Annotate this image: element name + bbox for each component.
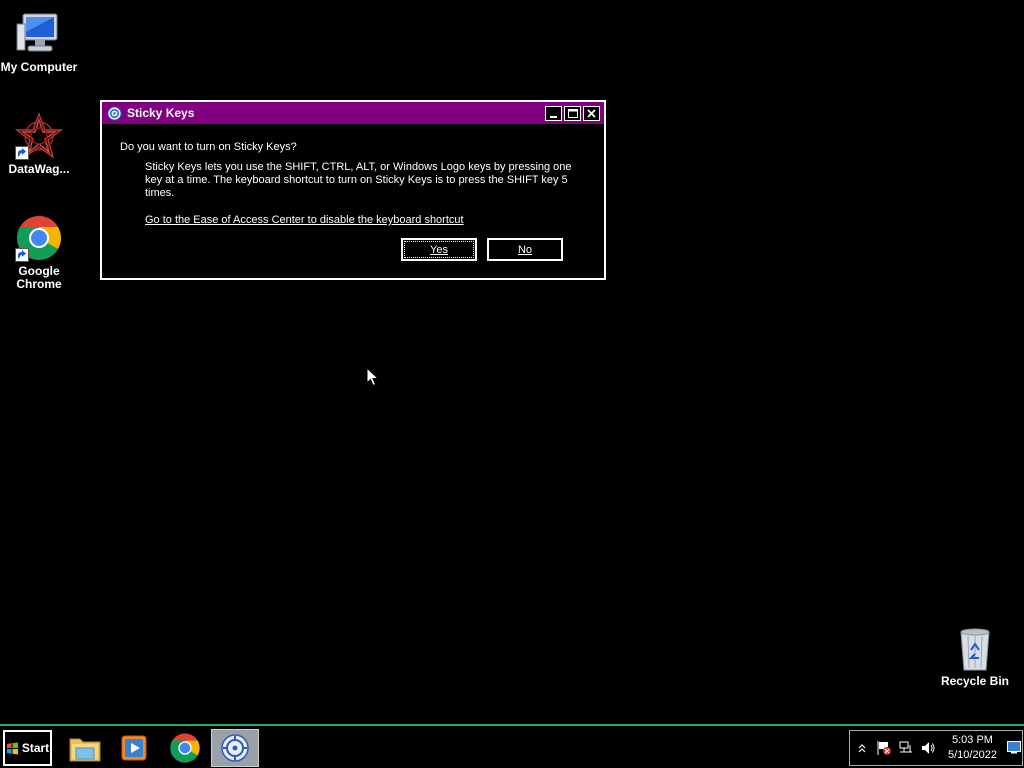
mouse-cursor-icon: [366, 366, 380, 392]
show-hidden-icons-chevron-icon[interactable]: [854, 740, 870, 756]
taskbar-media-player[interactable]: [110, 729, 158, 767]
minimize-icon: [550, 115, 557, 118]
desktop-icon-recycle-bin[interactable]: Recycle Bin: [936, 624, 1014, 688]
clock-time: 5:03 PM: [951, 734, 993, 746]
shortcut-arrow-icon: [15, 146, 29, 160]
start-label: Start: [21, 741, 50, 755]
taskbar-chrome[interactable]: [161, 729, 209, 767]
ease-of-access-icon: [107, 105, 122, 121]
dialog-description: Sticky Keys lets you use the SHIFT, CTRL…: [145, 161, 572, 199]
action-center-flag-icon[interactable]: [876, 740, 892, 756]
close-icon: [587, 108, 596, 118]
chrome-icon: [170, 733, 200, 763]
desktop-icon-label: My Computer: [0, 60, 78, 74]
dialog-titlebar[interactable]: Sticky Keys: [102, 102, 604, 124]
yes-button[interactable]: Yes: [401, 238, 477, 261]
media-player-icon: [121, 735, 147, 761]
recycle-bin-icon: [951, 624, 999, 672]
taskbar: Start 5:03 PM 5/10/2022: [0, 724, 1024, 768]
chrome-icon: [15, 214, 63, 262]
maximize-icon: [567, 108, 578, 118]
show-desktop-icon[interactable]: [1006, 740, 1021, 756]
computer-icon: [15, 10, 63, 58]
ease-of-access-icon: [221, 734, 249, 762]
desktop-icon-datawag[interactable]: DataWag...: [0, 112, 78, 176]
datawag-icon: [14, 112, 64, 160]
taskbar-file-explorer[interactable]: [61, 729, 109, 767]
dialog-question: Do you want to turn on Sticky Keys?: [120, 141, 297, 153]
maximize-button[interactable]: [564, 105, 581, 121]
network-icon[interactable]: [898, 740, 914, 756]
clock[interactable]: 5:03 PM 5/10/2022: [948, 733, 997, 763]
sticky-keys-dialog: Sticky Keys Do you want to turn on Stick…: [100, 100, 606, 280]
shortcut-arrow-icon: [15, 248, 29, 262]
dialog-title: Sticky Keys: [127, 106, 195, 120]
ease-of-access-link[interactable]: Go to the Ease of Access Center to disab…: [145, 214, 464, 226]
clock-date: 5/10/2022: [948, 749, 997, 761]
windows-logo-icon: [6, 741, 18, 755]
desktop-icon-label: Google Chrome: [16, 264, 62, 291]
system-tray: 5:03 PM 5/10/2022: [849, 730, 1023, 766]
folder-icon: [69, 738, 101, 762]
start-button[interactable]: Start: [3, 730, 52, 766]
volume-icon[interactable]: [920, 740, 936, 756]
desktop-icon-my-computer[interactable]: My Computer: [0, 10, 78, 74]
desktop-icon-google-chrome[interactable]: Google Chrome: [0, 214, 78, 291]
no-button[interactable]: No: [487, 238, 563, 261]
close-button[interactable]: [583, 105, 600, 121]
taskbar-ease-of-access[interactable]: [211, 729, 259, 767]
minimize-button[interactable]: [545, 105, 562, 121]
desktop-icon-label: Recycle Bin: [940, 674, 1010, 688]
desktop-icon-label: DataWag...: [8, 162, 70, 176]
